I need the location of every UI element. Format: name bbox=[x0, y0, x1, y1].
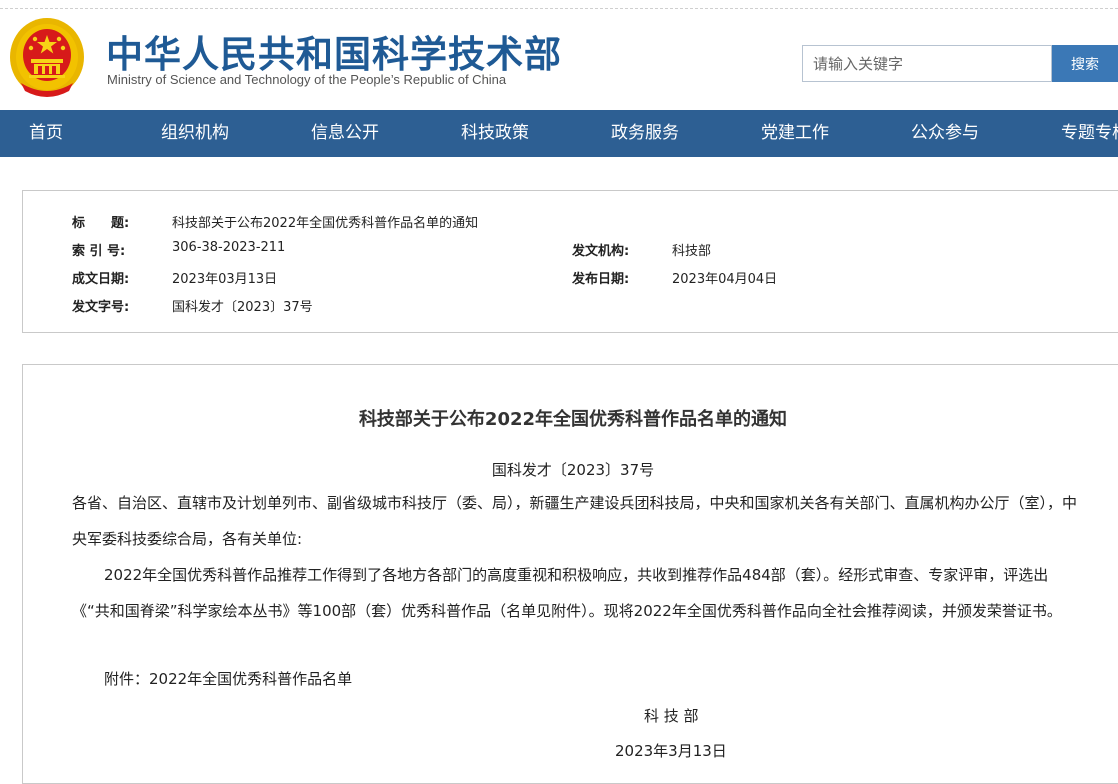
nav-item-disclosure[interactable]: 信息公开 bbox=[311, 110, 379, 157]
article-paragraph: 2022年全国优秀科普作品推荐工作得到了各地方各部门的高度重视和积极响应，共收到… bbox=[72, 566, 1062, 620]
nav-item-home[interactable]: 首页 bbox=[29, 110, 63, 157]
main-nav: 首页 组织机构 信息公开 科技政策 政务服务 党建工作 公众参与 专题专栏 bbox=[0, 110, 1118, 157]
meta-org-label: 发文机构: bbox=[572, 244, 630, 259]
article-doc-number: 国科发才〔2023〕37号 bbox=[491, 461, 655, 479]
site-title[interactable]: 中华人民共和国科学技术部 bbox=[106, 24, 562, 78]
meta-written-date-label: 成文日期: bbox=[72, 272, 130, 287]
article-recipients: 各省、自治区、直辖市及计划单列市、副省级城市科技厅（委、局），新疆生产建设兵团科… bbox=[72, 494, 1078, 548]
article-title: 科技部关于公布2022年全国优秀科普作品名单的通知 bbox=[358, 409, 788, 430]
search-button[interactable]: 搜索 bbox=[1052, 45, 1118, 82]
meta-index-label: 索 引 号: bbox=[72, 244, 126, 259]
nav-item-services[interactable]: 政务服务 bbox=[611, 110, 679, 157]
meta-doc-number-label: 发文字号: bbox=[72, 300, 130, 315]
meta-written-date-value: 2023年03月13日 bbox=[172, 272, 278, 287]
meta-index-value: 306-38-2023-211 bbox=[172, 240, 286, 255]
meta-doc-number-value: 国科发才〔2023〕37号 bbox=[172, 300, 313, 315]
meta-title-value: 科技部关于公布2022年全国优秀科普作品名单的通知 bbox=[172, 216, 479, 231]
article-date: 2023年3月13日 bbox=[615, 742, 727, 760]
meta-title-label: 标 题: bbox=[72, 216, 130, 231]
nav-item-participation[interactable]: 公众参与 bbox=[911, 110, 979, 157]
nav-item-topics[interactable]: 专题专栏 bbox=[1061, 110, 1118, 157]
meta-published-date-label: 发布日期: bbox=[572, 272, 630, 287]
nav-item-policy[interactable]: 科技政策 bbox=[461, 110, 529, 157]
nav-item-party[interactable]: 党建工作 bbox=[761, 110, 829, 157]
article-attachment-link[interactable]: 附件：2022年全国优秀科普作品名单 bbox=[72, 661, 1080, 697]
article-body: 科技部关于公布2022年全国优秀科普作品名单的通知 国科发才〔2023〕37号 … bbox=[22, 364, 1118, 784]
article-signer: 科 技 部 bbox=[644, 707, 699, 725]
meta-published-date-value: 2023年04月04日 bbox=[672, 272, 778, 287]
search-input[interactable] bbox=[802, 45, 1052, 82]
document-metadata: 标 题: 科技部关于公布2022年全国优秀科普作品名单的通知 索 引 号: 30… bbox=[22, 190, 1118, 333]
meta-org-value: 科技部 bbox=[672, 244, 712, 259]
nav-item-organization[interactable]: 组织机构 bbox=[161, 110, 229, 157]
site-header: 中华人民共和国科学技术部 Ministry of Science and Tec… bbox=[0, 0, 1118, 110]
national-emblem-icon[interactable] bbox=[9, 17, 85, 97]
site-subtitle: Ministry of Science and Technology of th… bbox=[107, 72, 507, 87]
